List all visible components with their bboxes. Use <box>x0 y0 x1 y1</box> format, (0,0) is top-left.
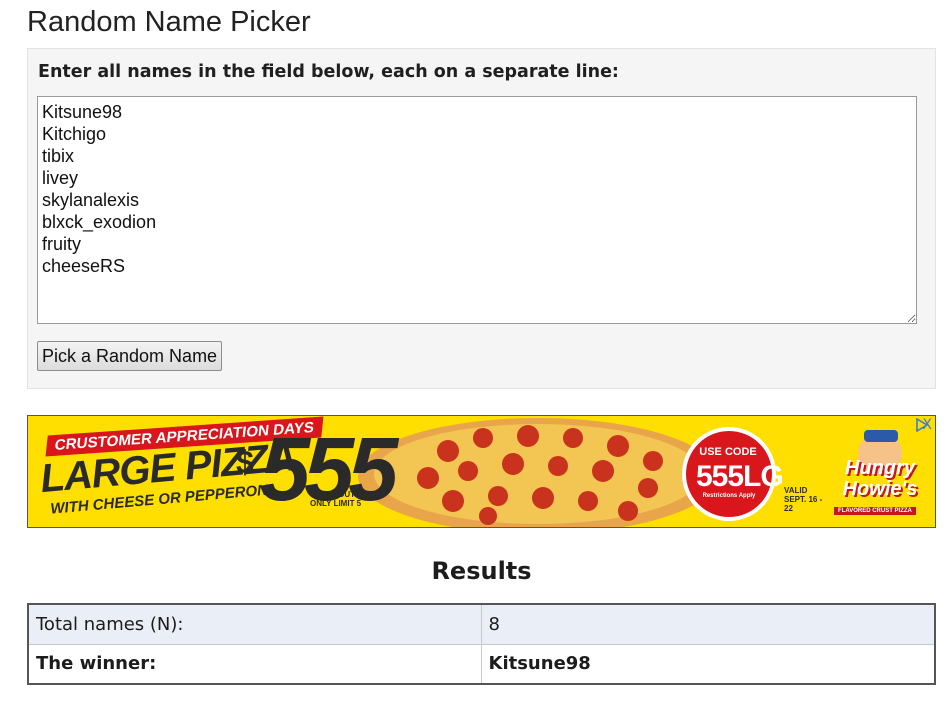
ad-promo-code: 555LG <box>696 460 784 493</box>
pick-random-name-button[interactable]: Pick a Random Name <box>37 341 223 371</box>
winner-label: The winner: <box>27 643 482 685</box>
table-row: The winner: Kitsune98 <box>27 643 936 685</box>
total-names-label: Total names (N): <box>27 603 482 645</box>
ad-use-code-label: USE CODE <box>699 446 757 458</box>
winner-value: Kitsune98 <box>480 643 936 685</box>
results-heading: Results <box>431 557 532 585</box>
names-textarea[interactable] <box>37 96 917 324</box>
ad-currency: $ <box>236 444 254 480</box>
ad-brand-tagline: FLAVORED CRUST PIZZA <box>834 507 916 515</box>
ad-restrictions: Restrictions Apply <box>702 493 756 499</box>
ad-valid-dates: VALID SEPT. 16 - 22 <box>784 486 823 513</box>
total-names-value: 8 <box>480 603 936 645</box>
table-row: Total names (N): 8 <box>27 603 936 645</box>
results-table: Total names (N): 8 The winner: Kitsune98 <box>27 603 936 685</box>
instructions-label: Enter all names in the field below, each… <box>38 62 619 82</box>
page-title: Random Name Picker <box>27 6 311 38</box>
name-entry-panel: Enter all names in the field below, each… <box>27 48 936 389</box>
close-icon[interactable]: X <box>922 417 932 433</box>
ad-carryout: CARRYOUT ONLY LIMIT 5 <box>310 490 362 508</box>
pizza-advertisement[interactable]: CRUSTOMER APPRECIATION DAYS LARGE PIZZA … <box>27 415 936 528</box>
ad-brand-logo: Hungry Howie's <box>842 457 918 500</box>
